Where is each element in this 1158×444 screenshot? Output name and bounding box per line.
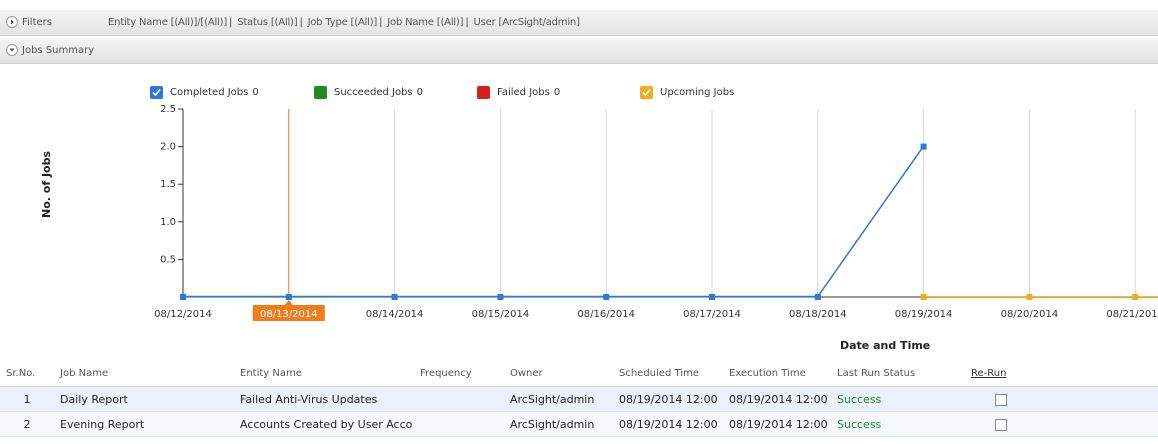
y-tick-label: 1.5 [160,179,176,190]
x-tick-label: 08/13/2014 [260,309,318,320]
col-entity-name[interactable]: Entity Name [234,360,414,387]
cell-entity-name: Accounts Created by User Acco [234,411,414,437]
highlight-pointer [284,300,293,305]
col-scheduled-time[interactable]: Scheduled Time [613,360,723,387]
cell-execution-time: 08/19/2014 12:00 [723,411,831,437]
cell-status: Success [831,386,965,412]
x-tick-label: 08/15/2014 [472,309,530,320]
x-tick-label: 08/17/2014 [683,309,741,320]
x-axis-title: Date and Time [840,339,931,352]
table-row[interactable]: 2 Evening Report Accounts Created by Use… [0,411,1158,437]
x-tick-label: 08/14/2014 [366,309,424,320]
x-tick-label: 08/21/2014 [1106,309,1158,320]
col-frequency[interactable]: Frequency [414,360,504,387]
col-execution-time[interactable]: Execution Time [723,360,831,387]
data-point [1132,294,1139,300]
jobs-table: Sr.No. Job Name Entity Name Frequency Ow… [0,360,1158,437]
col-job-name[interactable]: Job Name [54,360,234,387]
y-tick-label: 2.5 [160,104,176,115]
y-tick-label: 2.0 [160,142,176,153]
re-run-checkbox[interactable] [995,393,1007,406]
cell-job-name: Daily Report [54,386,234,412]
data-point [1026,294,1033,300]
col-spacer [1050,360,1158,387]
data-point [920,294,927,300]
cell-scheduled-time: 08/19/2014 12:00 [613,411,723,437]
col-sr-no[interactable]: Sr.No. [0,360,54,387]
cell-frequency [414,411,504,437]
cell-entity-name: Failed Anti-Virus Updates [234,386,414,412]
data-point [497,294,504,300]
cell-re-run [965,386,1050,412]
x-tick-label: 08/19/2014 [895,309,953,320]
cell-owner: ArcSight/admin [504,386,613,412]
cell-sr-no: 2 [0,411,54,437]
re-run-header[interactable]: Re-Run [971,368,1006,379]
cell-execution-time: 08/19/2014 12:00 [723,386,831,412]
data-point [814,294,821,300]
data-point [285,294,292,300]
series-line-completed [183,145,925,298]
y-tick-label: 1.0 [160,217,176,228]
data-point [180,294,186,300]
cell-status: Success [831,411,965,437]
table-row[interactable]: 1 Daily Report Failed Anti-Virus Updates… [0,386,1158,412]
cell-spacer [1050,411,1158,437]
cell-spacer [1050,386,1158,412]
col-last-run-status[interactable]: Last Run Status [831,360,965,387]
x-tick-label: 08/16/2014 [577,309,635,320]
y-tick-label: 0.5 [160,254,176,265]
col-re-run[interactable]: Re-Run [965,360,1050,387]
cell-sr-no: 1 [0,386,54,412]
cell-scheduled-time: 08/19/2014 12:00 [613,386,723,412]
x-tick-label: 08/20/2014 [1001,309,1059,320]
data-point [920,143,927,150]
cell-job-name: Evening Report [54,411,234,437]
cell-frequency [414,386,504,412]
col-owner[interactable]: Owner [504,360,613,387]
data-point [603,294,610,300]
jobs-line-chart: 2.5 2.0 1.5 1.0 0.5 08/12/2014 08/13/2014 08/14… [154,104,1158,321]
y-axis-title: No. of Jobs [40,150,53,218]
cell-re-run [965,411,1050,437]
cell-owner: ArcSight/admin [504,411,613,437]
x-tick-label: 08/18/2014 [789,309,847,320]
table-header-row: Sr.No. Job Name Entity Name Frequency Ow… [0,360,1158,387]
data-point [391,294,398,300]
re-run-checkbox[interactable] [995,418,1007,431]
data-point [709,294,715,300]
x-tick-label: 08/12/2014 [154,309,212,320]
